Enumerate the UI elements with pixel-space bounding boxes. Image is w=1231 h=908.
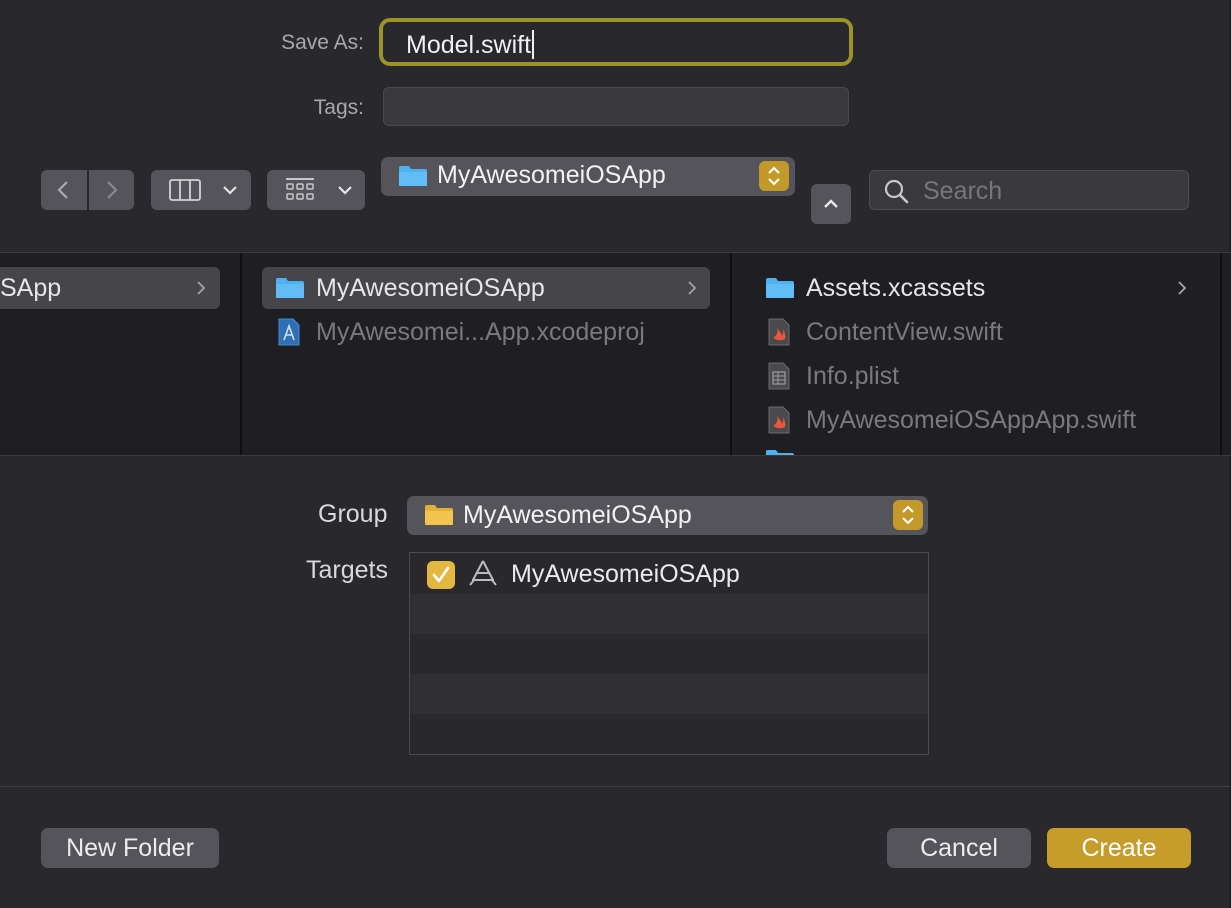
app-target-icon: [469, 560, 497, 586]
group-popup-label: MyAwesomeiOSApp: [463, 501, 692, 529]
search-icon: [884, 179, 909, 204]
browser-row[interactable]: SApp: [0, 267, 220, 309]
browser-row-label: Assets.xcassets: [806, 274, 986, 302]
text-caret: [532, 30, 535, 59]
browser-row[interactable]: MyAwesomeiOSApp: [262, 267, 710, 309]
list-stripe: [410, 594, 928, 634]
tags-label: Tags:: [313, 96, 364, 119]
list-stripe: [410, 634, 928, 674]
browser-column-1: SApp: [0, 253, 240, 455]
group-label: Group: [318, 500, 388, 528]
save-dialog: Save As: Model.swift Tags: MyAwesomeiOSA…: [0, 0, 1231, 908]
search-field[interactable]: Search: [869, 170, 1189, 210]
target-label: MyAwesomeiOSApp: [511, 560, 740, 588]
browser-row[interactable]: ContentView.swift: [752, 311, 1202, 353]
browser-row-label: SApp: [0, 274, 62, 302]
targets-list: MyAwesomeiOSApp: [409, 552, 929, 755]
browser-column-2: MyAwesomeiOSApp MyAwesomei...App.xcodepr…: [242, 253, 730, 455]
list-stripe: [410, 674, 928, 714]
location-popup-label: MyAwesomeiOSApp: [437, 161, 666, 189]
targets-label: Targets: [306, 556, 388, 584]
grid-view-icon: [286, 178, 314, 200]
column-divider[interactable]: [1220, 253, 1222, 455]
tags-field[interactable]: [383, 87, 849, 126]
browser-column-3: Assets.xcassets ContentView.swift Info.p…: [732, 253, 1222, 455]
footer-divider: [0, 786, 1231, 787]
chevron-right-icon: [107, 181, 118, 199]
chevron-up-icon: [824, 199, 838, 208]
target-row[interactable]: MyAwesomeiOSApp: [410, 553, 928, 593]
checkmark-icon: [432, 566, 450, 583]
target-checkbox[interactable]: [427, 561, 455, 589]
chevron-down-icon: [338, 186, 352, 195]
browser-row-label: Info.plist: [806, 362, 900, 390]
browser-row-label: MyAwesomeiOSApp: [316, 274, 545, 302]
create-button[interactable]: Create: [1047, 828, 1191, 868]
parent-folder-button[interactable]: [811, 184, 851, 224]
browser-row[interactable]: Info.plist: [752, 355, 1202, 397]
browser-row[interactable]: MyAwesomei...App.xcodeproj: [262, 311, 710, 353]
back-button[interactable]: [41, 170, 87, 210]
stepper-icon: [759, 161, 789, 191]
folder-icon: [276, 278, 304, 298]
browser-row-label: MyAwesomeiOSAppApp.swift: [806, 406, 1137, 434]
stepper-icon: [893, 500, 923, 530]
browser-row-label: MyAwesomei...App.xcodeproj: [316, 318, 645, 346]
chevron-left-icon: [57, 181, 68, 199]
columns-view-icon: [169, 179, 201, 201]
search-placeholder: Search: [923, 177, 1003, 205]
new-folder-button[interactable]: New Folder: [41, 828, 219, 868]
location-popup[interactable]: MyAwesomeiOSApp: [381, 157, 795, 196]
group-by-button[interactable]: [267, 170, 365, 210]
folder-icon: [766, 450, 794, 455]
xcodeproj-icon: [278, 318, 300, 346]
swift-file-icon: [768, 318, 790, 346]
chevron-right-icon: [688, 281, 697, 295]
save-as-value: Model.swift: [406, 31, 532, 59]
browser-row[interactable]: MyAwesomeiOSAppApp.swift: [752, 399, 1202, 441]
group-popup[interactable]: MyAwesomeiOSApp: [407, 496, 928, 535]
folder-icon: [766, 278, 794, 298]
plist-file-icon: [768, 362, 790, 390]
forward-button[interactable]: [89, 170, 134, 210]
browser-row-label: ContentView.swift: [806, 318, 1003, 346]
swift-file-icon: [768, 406, 790, 434]
chevron-down-icon: [223, 186, 237, 195]
chevron-right-icon: [197, 281, 206, 295]
chevron-right-icon: [1178, 281, 1187, 295]
view-mode-button[interactable]: [151, 170, 251, 210]
save-as-label: Save As:: [281, 31, 364, 54]
column-browser: SApp MyAwesomeiOSApp MyAwesomei...App.xc…: [0, 252, 1231, 456]
list-stripe: [410, 714, 928, 754]
browser-row[interactable]: Assets.xcassets: [752, 267, 1202, 309]
folder-icon: [399, 166, 427, 186]
save-as-field[interactable]: Model.swift: [379, 18, 853, 66]
cancel-button[interactable]: Cancel: [887, 828, 1031, 868]
folder-icon: [425, 505, 453, 525]
